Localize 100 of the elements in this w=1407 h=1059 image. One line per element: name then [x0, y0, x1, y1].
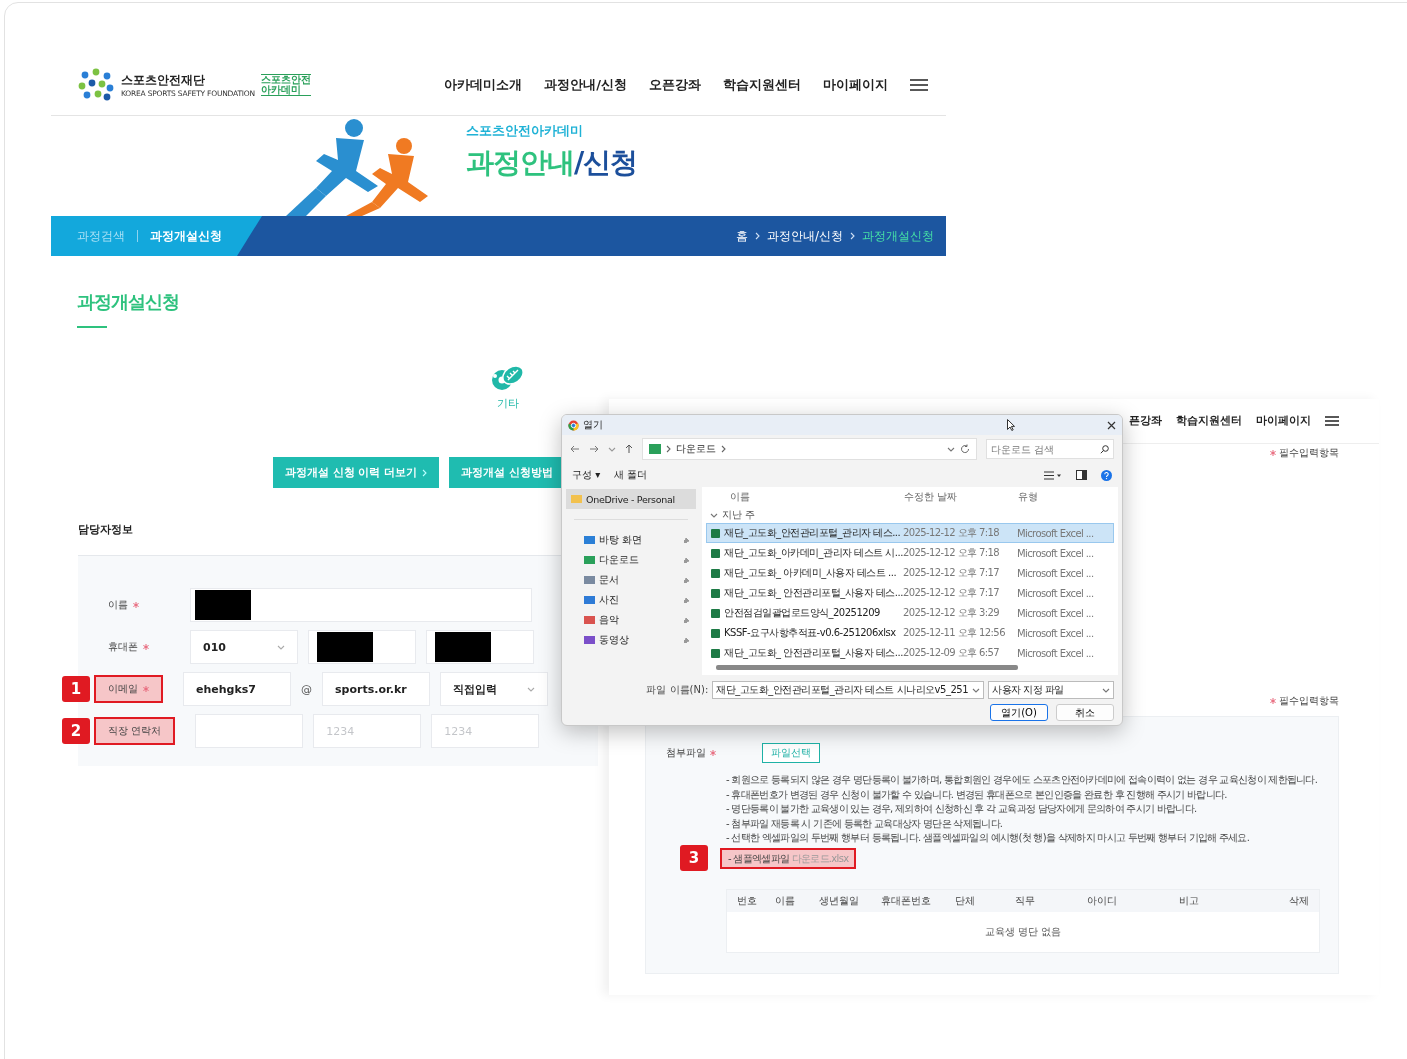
column-header[interactable]: 수정한 날짜 [904, 490, 1018, 504]
nav-link[interactable]: 학습지원센터 [1176, 414, 1242, 428]
address-bar[interactable]: 다운로드 [642, 438, 977, 460]
menu-icon[interactable] [1325, 416, 1339, 426]
refresh-icon[interactable] [960, 444, 970, 454]
path-segment[interactable]: 다운로드 [676, 442, 716, 456]
sidebar-item[interactable]: OneDrive - Personal [566, 489, 696, 509]
column-header[interactable]: 유형 [1018, 490, 1114, 504]
notice-text: - 샘플엑셀파일 다운로드.xlsx [720, 847, 857, 869]
dialog-button[interactable]: 취소 [1056, 704, 1114, 721]
nav-link[interactable]: 오픈강좌 [649, 76, 701, 94]
file-row[interactable]: 재단_고도화_ 안전관리포털_사용자 테스...2025-12-09 오후 6:57 Microsoft Excel ... [706, 643, 1114, 663]
chevron-right-icon [421, 468, 427, 477]
required-icon [1270, 450, 1276, 456]
column-header: 번호 [737, 894, 758, 908]
nav-link[interactable]: 아카데미소개 [444, 76, 523, 94]
chevron-right-icon [850, 232, 855, 240]
logo-name: 스포츠안전재단 [121, 72, 206, 89]
file-row[interactable]: 재단_고도화_아카데미_관리자 테스트 시...2025-12-12 오후 7:18 Microsoft Excel ... [706, 543, 1114, 563]
pin-icon [683, 636, 690, 644]
field-label: 이메일 [108, 682, 138, 696]
browser-icon [568, 419, 579, 431]
notice-text: - 회원으로 등록되지 않은 경우 명단등록이 불가하며, 통합회원인 경우에도 스포츠안전아카데미에 접속이력이 없는 경우 교육신청이 제한됩니다. [726, 773, 1318, 787]
nav-link[interactable]: 마이페이지 [1256, 414, 1311, 428]
sidebar-item[interactable]: 동영상 [566, 630, 696, 650]
category-label: 기타 [497, 396, 519, 411]
view-menu-icon[interactable] [1044, 470, 1062, 480]
file-row[interactable]: 재단_고도화_ 안전관리포털_사용자 테스...2025-12-12 오후 7:17 Microsoft Excel ... [706, 583, 1114, 603]
breadcrumb-link[interactable]: 홈 [735, 227, 748, 245]
folder-icon [584, 636, 595, 644]
chevron-down-icon [710, 512, 718, 518]
sidebar-item[interactable]: 사진 [566, 590, 696, 610]
file-type-select[interactable]: 사용자 지정 파일 [988, 681, 1114, 699]
file-row[interactable]: 재단_고도화_안전관리포털_관리자 테스... 2025-12-12 오후 7:18 Microsoft Excel ... [706, 523, 1114, 543]
column-header: 아이디 [1087, 894, 1118, 908]
dialog-button[interactable]: 열기(O) [990, 704, 1048, 721]
required-icon [143, 644, 149, 650]
select-field[interactable]: 010 [190, 630, 298, 664]
folder-icon [584, 556, 595, 564]
pin-icon [683, 596, 690, 604]
search-field[interactable]: 다운로드 검색 [986, 439, 1114, 459]
file-row[interactable]: 안전점검일괄업로드양식_20251209 2025-12-12 오후 3:29 Microsoft Excel ... [706, 603, 1114, 623]
menu-icon[interactable] [910, 79, 928, 91]
input-field[interactable]: 1234 [431, 714, 540, 748]
annotation-marker: 1 [62, 676, 90, 702]
column-header: 직무 [1015, 894, 1036, 908]
preview-pane-icon[interactable] [1076, 470, 1087, 480]
sidebar-item[interactable]: 문서 [566, 570, 696, 590]
sidebar-item[interactable]: 다운로드 [566, 550, 696, 570]
input-field[interactable] [426, 630, 534, 664]
section-title: 담당자정보 [78, 522, 133, 537]
file-row[interactable]: KSSF-요구사항추적표-v0.6-251206xlsx 2025-12-11 오후 12:56 Microsoft Excel ... [706, 623, 1114, 643]
nav-link[interactable]: 픈강좌 [1129, 414, 1162, 428]
file-row[interactable]: 재단_고도화_ 아카데미_사용자 테스트 ... 2025-12-12 오후 7:17 Microsoft Excel ... [706, 563, 1114, 583]
column-header: 이름 [775, 894, 796, 908]
nav-link[interactable]: 과정안내/신청 [544, 76, 627, 94]
input-field[interactable] [308, 630, 416, 664]
folder-icon [584, 536, 595, 544]
input-field[interactable] [190, 588, 532, 622]
group-header[interactable]: 지난 주 [722, 508, 756, 522]
sidebar-item[interactable]: 음악 [566, 610, 696, 630]
toolbar-button[interactable]: 구성 ▾ [572, 468, 601, 482]
toolbar-button[interactable]: 새 폴더 [614, 468, 648, 482]
chevron-down-icon [1102, 687, 1110, 693]
folder-icon [571, 495, 582, 503]
input-field[interactable]: 1234 [313, 714, 422, 748]
column-header[interactable]: 이름 [730, 490, 904, 504]
up-arrow-icon[interactable] [625, 444, 633, 454]
field-label: 파일 이름(N): [646, 683, 709, 697]
folder-icon [649, 444, 661, 454]
close-icon[interactable] [1107, 420, 1116, 430]
input-field[interactable]: ehehgks7 [183, 672, 291, 706]
sidebar-item[interactable]: 바탕 화면 [566, 530, 696, 550]
search-icon[interactable] [1100, 445, 1109, 454]
breadcrumb-link[interactable]: 과정안내/신청 [766, 227, 843, 245]
required-note: 필수입력항목 [1279, 446, 1339, 460]
select-field[interactable]: 직접입력 [440, 672, 548, 706]
column-header: 비고 [1179, 894, 1200, 908]
notice-text: - 첨부파일 재등록 시 기존에 등록한 교육대상자 명단은 삭제됩니다. [726, 816, 1003, 830]
nav-link[interactable]: 마이페이지 [823, 76, 888, 94]
breadcrumb-link[interactable]: 과정개설신청 [862, 227, 934, 245]
help-icon[interactable] [1101, 469, 1112, 481]
input-field[interactable]: sports.or.kr [322, 672, 430, 706]
chevron-down-icon [972, 687, 980, 693]
annotation-marker: 3 [680, 845, 708, 872]
forward-arrow-icon[interactable] [589, 445, 599, 453]
required-note: 필수입력항목 [1279, 694, 1339, 708]
folder-icon [584, 596, 595, 604]
chevron-down-icon [277, 644, 285, 650]
nav-link[interactable]: 학습지원센터 [723, 76, 801, 94]
required-icon [710, 750, 716, 756]
academy-badge: 스포츠안전 아카데미 [260, 74, 311, 96]
required-icon [1270, 698, 1276, 704]
notice-text: - 휴대폰번호가 변경된 경우 신청이 불가할 수 있습니다. 변경된 휴대폰으로 본인인증을 완료한 후 진행해 주시기 바랍니다. [726, 787, 1227, 801]
back-arrow-icon[interactable] [570, 445, 580, 453]
required-icon [133, 602, 139, 608]
file-name-field[interactable]: 재단_고도화_안전관리포털_관리자 테스트 시나리오v5_251 [712, 681, 984, 699]
chevron-down-icon [527, 686, 535, 692]
notice-text: - 선택한 엑셀파일의 두번째 행부터 등록됩니다. 샘플엑셀파일의 예시행(첫 행)을 삭제하지 마시고 두번째 행부터 기입해 주세요. [726, 831, 1250, 845]
banner-subtitle: 스포츠안전아카데미 [466, 122, 583, 140]
